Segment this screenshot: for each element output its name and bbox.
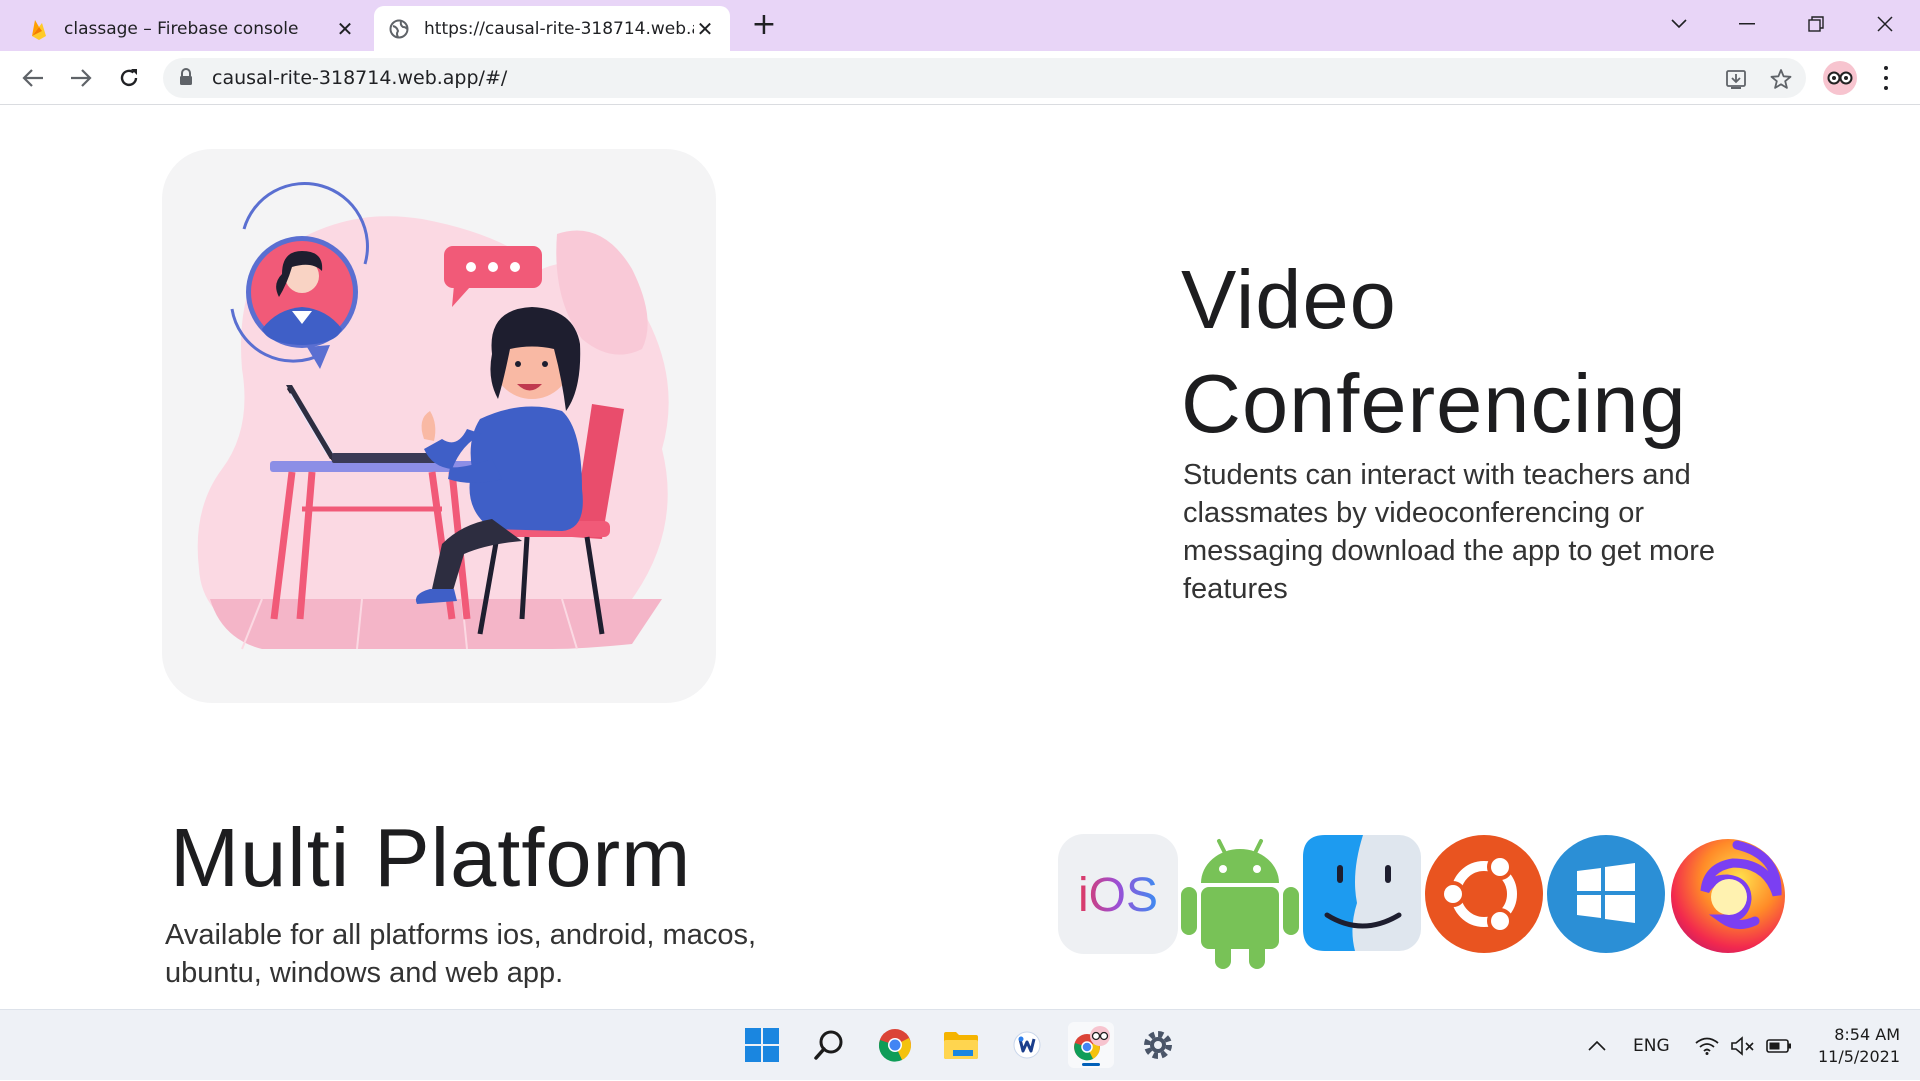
url-text: causal-rite-318714.web.app/#/ bbox=[212, 67, 508, 89]
file-explorer-icon[interactable] bbox=[938, 1022, 984, 1068]
close-tab-icon[interactable]: ✕ bbox=[334, 18, 356, 40]
tab-strip: classage – Firebase console ✕ https://ca… bbox=[0, 0, 1920, 51]
forward-arrow-icon[interactable] bbox=[65, 62, 97, 94]
ios-icon: iOS bbox=[1057, 833, 1179, 955]
system-clock[interactable]: 8:54 AM 11/5/2021 bbox=[1800, 1024, 1900, 1068]
platforms-description: Available for all platforms ios, android… bbox=[165, 919, 757, 989]
chrome-profile-icon[interactable] bbox=[1068, 1022, 1114, 1068]
word-icon[interactable] bbox=[1004, 1022, 1050, 1068]
firebase-icon bbox=[28, 18, 50, 40]
chrome-icon[interactable] bbox=[872, 1022, 918, 1068]
platform-icons: iOS bbox=[1057, 833, 1785, 969]
language-indicator[interactable]: ENG bbox=[1633, 1010, 1670, 1081]
close-window-icon[interactable] bbox=[1865, 8, 1905, 40]
ios-icon-label: iOS bbox=[1078, 869, 1158, 922]
active-app-indicator bbox=[1082, 1063, 1100, 1066]
back-arrow-icon[interactable] bbox=[17, 62, 49, 94]
clock-date: 11/5/2021 bbox=[1817, 1047, 1900, 1066]
profile-avatar[interactable] bbox=[1823, 61, 1857, 95]
wifi-icon[interactable] bbox=[1695, 1010, 1719, 1081]
clock-time: 8:54 AM bbox=[1834, 1025, 1900, 1044]
battery-icon[interactable] bbox=[1766, 1010, 1792, 1081]
install-app-icon[interactable] bbox=[1723, 66, 1749, 92]
windows-taskbar: ENG 8:54 AM 11/5/2021 bbox=[0, 1009, 1920, 1080]
search-icon[interactable] bbox=[806, 1022, 852, 1068]
show-hidden-icons-chevron-icon[interactable] bbox=[1588, 1010, 1606, 1081]
hero-description: Students can interact with teachers and … bbox=[1183, 459, 1716, 605]
tab-causal-rite[interactable]: https://causal-rite-318714.web.ap ✕ bbox=[374, 6, 730, 51]
browser-toolbar: causal-rite-318714.web.app/#/ bbox=[0, 51, 1920, 105]
bookmark-star-icon[interactable] bbox=[1768, 66, 1794, 92]
hero-title: Video Conferencing bbox=[1181, 248, 1687, 456]
ubuntu-icon bbox=[1423, 833, 1545, 955]
tab-title: https://causal-rite-318714.web.ap bbox=[424, 18, 694, 39]
tab-title: classage – Firebase console bbox=[64, 18, 299, 39]
address-bar[interactable]: causal-rite-318714.web.app/#/ bbox=[163, 58, 1806, 98]
globe-icon bbox=[388, 18, 410, 40]
settings-icon[interactable] bbox=[1135, 1022, 1181, 1068]
firefox-icon bbox=[1667, 833, 1789, 955]
lock-icon[interactable] bbox=[179, 68, 193, 90]
macos-finder-icon bbox=[1301, 833, 1423, 955]
hero-title-line1: Video bbox=[1181, 253, 1397, 346]
start-icon[interactable] bbox=[739, 1022, 785, 1068]
close-tab-icon[interactable]: ✕ bbox=[694, 18, 716, 40]
tab-search-chevron-icon[interactable] bbox=[1659, 8, 1699, 40]
volume-muted-icon[interactable] bbox=[1730, 1010, 1756, 1081]
tab-firebase-console[interactable]: classage – Firebase console ✕ bbox=[14, 6, 370, 51]
windows-icon bbox=[1545, 833, 1667, 955]
reload-icon[interactable] bbox=[113, 62, 145, 94]
minimize-icon[interactable] bbox=[1727, 8, 1767, 40]
hero-title-line2: Conferencing bbox=[1181, 357, 1687, 450]
platforms-title: Multi Platform bbox=[170, 811, 692, 904]
hero-illustration bbox=[162, 149, 716, 703]
restore-icon[interactable] bbox=[1796, 8, 1836, 40]
new-tab-button[interactable]: + bbox=[748, 10, 780, 42]
android-icon bbox=[1179, 833, 1301, 969]
browser-menu-icon[interactable] bbox=[1876, 63, 1896, 93]
